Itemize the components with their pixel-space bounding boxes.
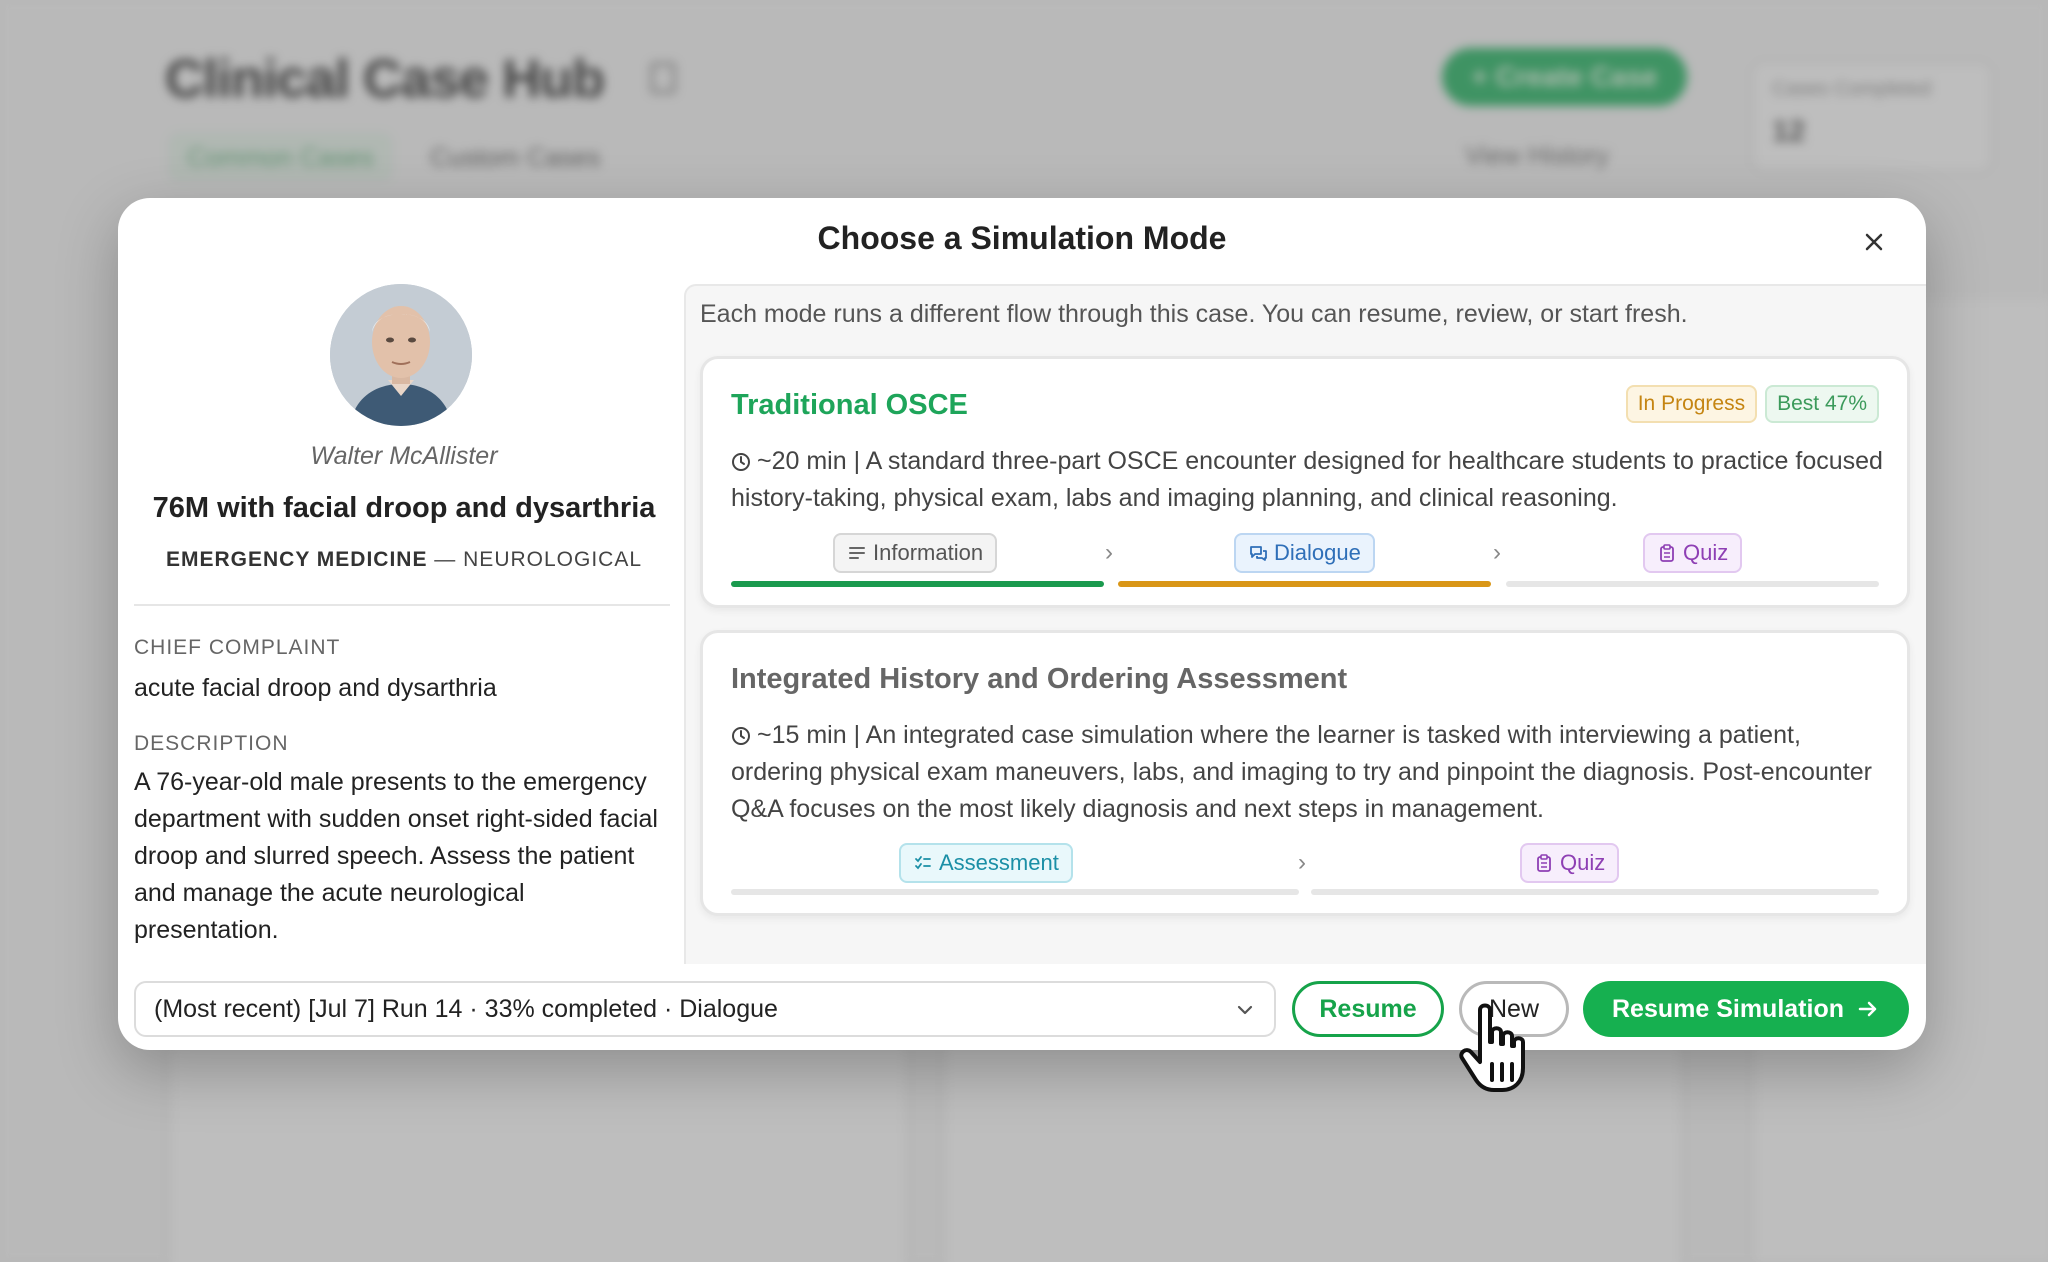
- resume-simulation-button[interactable]: Resume Simulation: [1583, 981, 1909, 1037]
- step-label: Assessment: [939, 850, 1059, 875]
- best-score-badge: Best 47%: [1765, 385, 1879, 423]
- clipboard-icon: [1660, 544, 1674, 562]
- resume-simulation-label: Resume Simulation: [1612, 994, 1844, 1023]
- description-text: A 76-year-old male presents to the emerg…: [134, 768, 658, 944]
- mode-description-text: An integrated case simulation where the …: [731, 721, 1872, 823]
- modal-title: Choose a Simulation Mode: [817, 220, 1227, 256]
- specialty-separator: —: [434, 548, 457, 571]
- step-progress-bar: [731, 581, 1104, 587]
- specialty: EMERGENCY MEDICINE: [165, 548, 428, 571]
- specialty-line: EMERGENCY MEDICINE — NEUROLOGICAL: [134, 548, 674, 572]
- patient-name: Walter McAllister: [310, 442, 498, 470]
- mode-duration: ~15 min: [757, 721, 847, 749]
- chevron-right-icon: ›: [1105, 539, 1113, 566]
- step-progress-bar: [1311, 889, 1879, 895]
- step-progress-bar: [731, 889, 1299, 895]
- chat-icon: [1250, 546, 1267, 561]
- modes-panel: Each mode runs a different flow through …: [684, 284, 1926, 964]
- hand-cursor-icon: [1459, 1003, 1525, 1092]
- description-label: DESCRIPTION: [134, 732, 289, 755]
- mode-name: Traditional OSCE: [731, 389, 968, 421]
- chief-complaint-label: CHIEF COMPLAINT: [134, 636, 341, 659]
- subspecialty: NEUROLOGICAL: [463, 548, 643, 571]
- run-select-value: (Most recent) [Jul 7] Run 14 · 33% compl…: [154, 994, 778, 1023]
- case-title: 76M with facial droop and dysarthria: [152, 492, 656, 524]
- step-information: Information: [833, 533, 998, 573]
- mode-description: ~20 min | A standard three-part OSCE enc…: [731, 447, 1883, 512]
- arrow-right-icon: [1858, 1001, 1877, 1017]
- clock-icon: [732, 453, 750, 471]
- divider: [134, 604, 670, 606]
- checklist-icon: [915, 856, 931, 870]
- resume-button[interactable]: Resume: [1292, 981, 1444, 1037]
- run-select-dropdown[interactable]: (Most recent) [Jul 7] Run 14 · 33% compl…: [134, 981, 1276, 1037]
- step-label: Information: [873, 540, 984, 565]
- step-quiz: Quiz: [1520, 843, 1620, 883]
- mode-description-text: A standard three-part OSCE encounter des…: [731, 447, 1883, 512]
- mode-card-integrated-assessment[interactable]: Integrated History and Ordering Assessme…: [700, 630, 1910, 916]
- step-progress-bar: [1506, 581, 1879, 587]
- step-label: Quiz: [1683, 540, 1729, 565]
- simulation-mode-modal: Choose a Simulation Mode Walter McAllist…: [118, 198, 1926, 1050]
- mode-name: Integrated History and Ordering Assessme…: [731, 663, 1348, 695]
- step-quiz: Quiz: [1643, 533, 1743, 573]
- step-label: Dialogue: [1274, 540, 1361, 565]
- step-dialogue: Dialogue: [1234, 533, 1375, 573]
- close-button[interactable]: [1854, 222, 1894, 262]
- step-assessment: Assessment: [899, 843, 1073, 883]
- list-icon: [849, 547, 865, 559]
- patient-avatar: [330, 284, 472, 426]
- mode-description: ~15 min | An integrated case simulation …: [731, 721, 1872, 823]
- mode-badges: In Progress Best 47%: [1625, 385, 1879, 423]
- chevron-right-icon: ›: [1298, 849, 1306, 876]
- clipboard-icon: [1537, 854, 1551, 872]
- step-label: Quiz: [1560, 850, 1606, 875]
- in-progress-badge: In Progress: [1625, 385, 1758, 423]
- mode-duration: ~20 min: [757, 447, 847, 475]
- mode-card-traditional-osce[interactable]: Traditional OSCE In Progress Best 47% ~2…: [700, 356, 1910, 608]
- chevron-right-icon: ›: [1493, 539, 1501, 566]
- modes-intro: Each mode runs a different flow through …: [700, 300, 1688, 328]
- chevron-down-icon: [1237, 1005, 1253, 1015]
- step-progress-bar: [1118, 581, 1491, 587]
- clock-icon: [732, 727, 750, 745]
- chief-complaint-text: acute facial droop and dysarthria: [134, 674, 497, 702]
- close-icon: [1865, 233, 1883, 251]
- patient-panel: Walter McAllister 76M with facial droop …: [134, 284, 674, 964]
